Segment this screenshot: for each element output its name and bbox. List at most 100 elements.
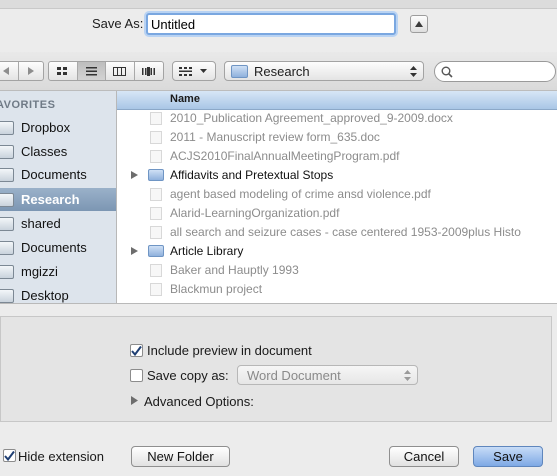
sidebar-item-label: Documents (21, 167, 87, 182)
save-as-label: Save As: (92, 16, 144, 31)
sidebar-item-research[interactable]: Research (0, 188, 116, 211)
folder-icon (0, 167, 14, 182)
folder-name: Affidavits and Pretextual Stops (170, 168, 334, 182)
list-view-icon (85, 66, 97, 75)
save-button[interactable]: Save (473, 446, 543, 467)
file-name: 2010_Publication Agreement_approved_9-20… (170, 111, 453, 125)
file-row[interactable]: all search and seizure cases - case cent… (117, 223, 557, 242)
file-icon (150, 188, 162, 201)
file-row[interactable]: ACJS2010FinalAnnualMeetingProgram.pdf (117, 147, 557, 166)
collapse-dialog-button[interactable] (410, 15, 428, 33)
file-icon (150, 131, 162, 144)
file-row[interactable]: Blackmun project (117, 280, 557, 299)
save-copy-format-value: Word Document (247, 367, 341, 383)
panel-divider (0, 303, 557, 304)
file-row[interactable]: Alarid-LearningOrganization.pdf (117, 204, 557, 223)
cover-flow-icon (142, 66, 156, 76)
folder-icon (0, 216, 14, 231)
folder-icon (0, 144, 14, 159)
forward-button[interactable] (19, 62, 43, 80)
sidebar-item-classes[interactable]: Classes (0, 140, 116, 163)
file-name: 2011 - Manuscript review form_635.doc (170, 130, 380, 144)
cancel-button[interactable]: Cancel (389, 446, 459, 467)
search-input[interactable] (457, 63, 551, 80)
save-copy-format-popup[interactable]: Word Document (237, 365, 418, 385)
sidebar-item-label: Classes (21, 144, 68, 159)
file-list: Name 2010_Publication Agreement_approved… (117, 91, 557, 303)
disclosure-triangle-icon[interactable] (131, 171, 138, 179)
folder-icon (231, 64, 248, 78)
file-name: ACJS2010FinalAnnualMeetingProgram.pdf (170, 149, 400, 163)
location-label: Research (254, 63, 310, 79)
icon-view-button[interactable] (49, 62, 78, 80)
search-field[interactable] (434, 61, 556, 82)
column-view-button[interactable] (106, 62, 135, 80)
name-column-header[interactable]: Name (117, 91, 557, 110)
updown-chevron-icon (404, 370, 411, 381)
sidebar-item-label: mgizzi (21, 264, 58, 279)
sidebar-item-documents[interactable]: Documents (0, 163, 116, 186)
cover-flow-button[interactable] (135, 62, 163, 80)
file-name: Baker and Hauptly 1993 (170, 263, 299, 277)
include-preview-checkbox[interactable] (130, 344, 143, 357)
file-icon (150, 207, 162, 220)
sidebar-item-shared[interactable]: shared (0, 212, 116, 235)
location-popup[interactable]: Research (224, 61, 424, 81)
file-name: agent based modeling of crime ansd viole… (170, 187, 431, 201)
file-row[interactable]: 2010_Publication Agreement_approved_9-20… (117, 109, 557, 128)
folder-icon (148, 169, 164, 181)
folder-name: Article Library (170, 244, 244, 258)
arrange-popup[interactable] (172, 61, 216, 81)
desktop-icon (0, 288, 14, 303)
search-icon (441, 66, 453, 78)
file-name: Blackmun project (170, 282, 263, 296)
chevron-up-icon (415, 21, 423, 27)
back-forward-control (0, 61, 44, 81)
file-name: Alarid-LearningOrganization.pdf (170, 206, 340, 220)
disclosure-triangle-icon[interactable] (131, 247, 138, 255)
folder-icon (0, 120, 14, 135)
file-row[interactable]: 2011 - Manuscript review form_635.doc (117, 128, 557, 147)
filename-input[interactable] (146, 13, 396, 35)
save-copy-checkbox[interactable] (130, 369, 143, 382)
sidebar-item-label: shared (21, 216, 61, 231)
arrange-grid-icon (179, 66, 192, 76)
sidebar-item-label: Dropbox (21, 120, 71, 135)
new-folder-button[interactable]: New Folder (131, 446, 230, 467)
sidebar-item-dropbox[interactable]: Dropbox (0, 116, 116, 139)
home-icon (0, 264, 14, 279)
include-preview-label: Include preview in document (147, 343, 312, 358)
file-icon (150, 264, 162, 277)
chevron-down-icon (200, 69, 207, 73)
sidebar-item-desktop[interactable]: Desktop (0, 284, 116, 303)
sidebar-item-documents-2[interactable]: Documents (0, 236, 116, 259)
folder-row[interactable]: Article Library (117, 242, 557, 261)
disclosure-triangle-icon[interactable] (131, 396, 138, 405)
file-row[interactable]: agent based modeling of crime ansd viole… (117, 185, 557, 204)
advanced-options-label: Advanced Options: (144, 394, 254, 409)
back-button[interactable] (0, 62, 19, 80)
folder-icon (148, 245, 164, 257)
column-header-label: Name (170, 93, 200, 105)
folder-icon (0, 192, 14, 207)
updown-chevron-icon (410, 66, 417, 77)
window-top-edge (0, 0, 557, 9)
sidebar-item-mgizzi[interactable]: mgizzi (0, 260, 116, 283)
hide-extension-checkbox[interactable] (3, 449, 16, 462)
column-view-icon (113, 66, 127, 76)
file-name: all search and seizure cases - case cent… (170, 225, 521, 239)
folder-row[interactable]: Affidavits and Pretextual Stops (117, 166, 557, 185)
sidebar-heading: AVORITES (0, 99, 56, 111)
file-icon (150, 112, 162, 125)
checkmark-icon (4, 450, 15, 461)
hide-extension-label: Hide extension (18, 449, 104, 464)
list-view-button[interactable] (77, 62, 106, 80)
file-icon (150, 283, 162, 296)
file-icon (150, 150, 162, 163)
sidebar: AVORITES Dropbox Classes Documents Resea… (0, 91, 117, 303)
icon-view-icon (57, 66, 68, 75)
save-copy-label: Save copy as: (147, 368, 229, 383)
sidebar-item-label: Research (21, 192, 80, 207)
sidebar-item-label: Documents (21, 240, 87, 255)
file-row[interactable]: Baker and Hauptly 1993 (117, 261, 557, 280)
